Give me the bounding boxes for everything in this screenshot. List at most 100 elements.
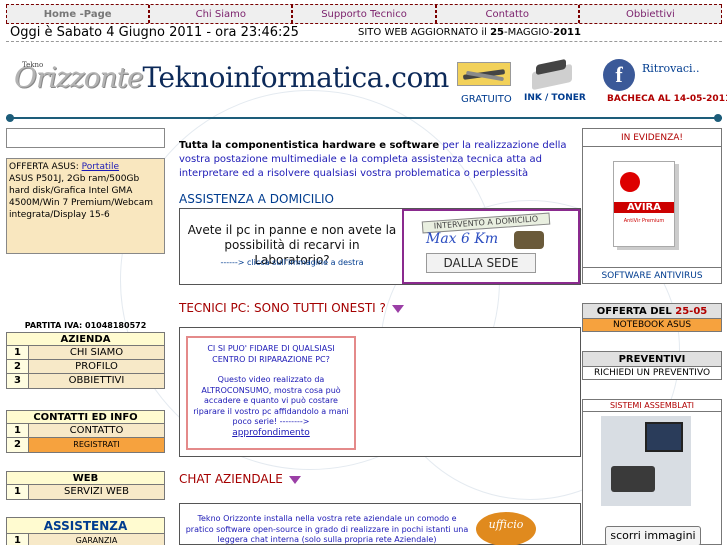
menu-garanzia[interactable]: GARANZIA: [29, 534, 164, 545]
menu-assistenza: ASSISTENZA 1 GARANZIA: [6, 517, 165, 545]
updated-prefix: SITO WEB AGGIORNATO il: [358, 27, 491, 38]
sistemi-title: SISTEMI ASSEMBLATI: [583, 400, 721, 412]
offerta-del-prefix: OFFERTA DEL: [596, 306, 676, 317]
tecnici-title[interactable]: TECNICI PC: SONO TUTTI ONESTI ?: [179, 301, 404, 315]
preventivi-box: PREVENTIVI RICHIEDI UN PREVENTIVO: [582, 351, 722, 380]
offerta-prefix: OFFERTA ASUS:: [9, 162, 82, 172]
chat-title-text: CHAT AZIENDALE: [179, 472, 283, 486]
sistemi-assemblati-box: SISTEMI ASSEMBLATI scorri immagini: [582, 399, 722, 545]
in-evidenza-box: IN EVIDENZA! AVIRA AntiVir Premium SOFTW…: [582, 128, 722, 284]
avira-name: AVIRA: [614, 202, 674, 213]
ufficio-badge[interactable]: ufficio: [476, 512, 536, 545]
row-number: 2: [7, 360, 29, 373]
page: Home -Page Chi Siamo Supporto Tecnico Co…: [0, 0, 727, 545]
notebook-asus-link[interactable]: NOTEBOOK ASUS: [583, 319, 721, 331]
bacheca-link[interactable]: BACHECA AL 14-05-2011: [607, 94, 727, 104]
menu-azienda-title: AZIENDA: [7, 333, 164, 346]
updated-year: 2011: [553, 27, 581, 38]
video-description: CI SI PUO' FIDARE DI QUALSIASI CENTRO DI…: [186, 336, 356, 450]
intro-text: Tutta la componentistica hardware e soft…: [179, 139, 575, 181]
ritrovaci-link[interactable]: Ritrovaci..: [642, 62, 700, 75]
nav-supporto-tecnico[interactable]: Supporto Tecnico: [292, 5, 436, 23]
menu-row[interactable]: 1 CHI SIAMO: [7, 346, 164, 360]
scorri-immagini-button[interactable]: scorri immagini: [605, 526, 701, 545]
dalla-sede-text: DALLA SEDE: [426, 253, 536, 273]
logo-main-text: Teknoinformatica.com: [142, 61, 450, 94]
site-logo[interactable]: Tekno Orizzonte Teknoinformatica.com: [14, 58, 449, 94]
avira-umbrella-icon: [620, 172, 640, 192]
row-number: 3: [7, 374, 29, 388]
divider: [6, 41, 722, 42]
menu-web: WEB 1 SERVIZI WEB: [6, 471, 165, 500]
max-km-text: Max 6 Km: [426, 231, 499, 247]
assistenza-hint: ------> clicca sull'immagine a destra: [220, 258, 364, 267]
menu-assistenza-title: ASSISTENZA: [7, 518, 164, 534]
menu-row[interactable]: 1 CONTATTO: [7, 424, 164, 438]
nav-obbiettivi[interactable]: Obbiettivi: [578, 5, 723, 23]
facebook-icon[interactable]: f: [603, 59, 635, 91]
offerta-body: ASUS P501J, 2Gb ram/500Gb hard disk/Graf…: [9, 174, 153, 220]
menu-row[interactable]: 1 SERVIZI WEB: [7, 485, 164, 499]
offerta-del-title: OFFERTA DEL 25-05: [583, 304, 721, 319]
computer-system-image[interactable]: [601, 416, 691, 506]
menu-servizi-web[interactable]: SERVIZI WEB: [29, 485, 164, 499]
video-text: Questo video realizzato da ALTROCONSUMO,…: [193, 375, 349, 426]
chat-text: Tekno Orizzonte installa nella vostra re…: [185, 514, 469, 544]
row-number: 1: [7, 485, 29, 499]
avira-product-image[interactable]: AVIRA AntiVir Premium: [613, 161, 675, 247]
menu-row[interactable]: 3 OBBIETTIVI: [7, 374, 164, 388]
menu-contatti: CONTATTI ED INFO 1 CONTATTO 2 REGISTRATI: [6, 410, 165, 453]
avira-subtitle: AntiVir Premium: [623, 218, 665, 224]
menu-contatti-title: CONTATTI ED INFO: [7, 411, 164, 424]
offerta-asus-box: OFFERTA ASUS: Portatile ASUS P501J, 2Gb …: [6, 158, 165, 254]
header-divider: [6, 114, 722, 122]
nav-home[interactable]: Home -Page: [6, 5, 150, 23]
approfondimento-link[interactable]: approfondimento: [232, 428, 310, 438]
menu-azienda: AZIENDA 1 CHI SIAMO 2 PROFILO 3 OBBIETTIVI: [6, 332, 165, 389]
software-antivirus-link[interactable]: SOFTWARE ANTIVIRUS: [583, 267, 721, 283]
menu-contatto[interactable]: CONTATTO: [29, 424, 164, 437]
menu-row[interactable]: 2 REGISTRATI: [7, 438, 164, 452]
menu-chi-siamo[interactable]: CHI SIAMO: [29, 346, 164, 359]
partita-iva: PARTITA IVA: 01048180572: [24, 321, 147, 330]
printer-icon[interactable]: [528, 58, 574, 92]
video-box: CI SI PUO' FIDARE DI QUALSIASI CENTRO DI…: [179, 327, 581, 457]
in-evidenza-title: IN EVIDENZA!: [583, 129, 721, 147]
menu-row[interactable]: 2 PROFILO: [7, 360, 164, 374]
assistenza-box: Avete il pc in panne e non avete la poss…: [179, 208, 581, 285]
row-number: 1: [7, 534, 29, 545]
richiedi-preventivo-link[interactable]: RICHIEDI UN PREVENTIVO: [583, 367, 721, 379]
assistenza-title: ASSISTENZA A DOMICILIO: [179, 192, 334, 206]
menu-obbiettivi[interactable]: OBBIETTIVI: [29, 374, 164, 388]
menu-web-title: WEB: [7, 472, 164, 485]
top-navigation: Home -Page Chi Siamo Supporto Tecnico Co…: [6, 4, 723, 24]
row-number: 1: [7, 346, 29, 359]
ink-toner-link[interactable]: INK / TONER: [524, 93, 586, 103]
nav-contatto[interactable]: Contatto: [435, 5, 579, 23]
row-number: 1: [7, 424, 29, 437]
offerta-del-box: OFFERTA DEL 25-05 NOTEBOOK ASUS: [582, 303, 722, 332]
menu-registrati[interactable]: REGISTRATI: [29, 438, 164, 452]
car-icon: [514, 231, 544, 249]
offerta-link[interactable]: Portatile: [82, 162, 119, 172]
menu-row[interactable]: 1 GARANZIA: [7, 534, 164, 545]
triangle-down-icon: [391, 304, 404, 313]
updated-month: -MAGGIO-: [504, 27, 554, 38]
gratuito-link[interactable]: GRATUITO: [461, 94, 512, 105]
chat-box: Tekno Orizzonte installa nella vostra re…: [179, 503, 581, 545]
logo-small-text: Tekno: [22, 61, 44, 69]
video-question: CI SI PUO' FIDARE DI QUALSIASI CENTRO DI…: [207, 344, 335, 364]
preventivi-title: PREVENTIVI: [583, 352, 721, 367]
row-number: 2: [7, 438, 29, 452]
intro-bold: Tutta la componentistica hardware e soft…: [179, 140, 440, 151]
menu-profilo[interactable]: PROFILO: [29, 360, 164, 373]
left-empty-box: [6, 128, 165, 148]
intervento-domicilio-banner[interactable]: INTERVENTO A DOMICILIO Max 6 Km DALLA SE…: [418, 212, 556, 277]
nav-chi-siamo[interactable]: Chi Siamo: [149, 5, 293, 23]
updated-day: 25: [490, 27, 504, 38]
offerta-del-date: 25-05: [675, 306, 708, 317]
tecnici-title-text: TECNICI PC: SONO TUTTI ONESTI ?: [179, 301, 386, 315]
chat-title[interactable]: CHAT AZIENDALE: [179, 472, 301, 486]
tools-icon[interactable]: [457, 62, 511, 86]
site-updated-text: SITO WEB AGGIORNATO il 25-MAGGIO-2011: [358, 27, 581, 38]
